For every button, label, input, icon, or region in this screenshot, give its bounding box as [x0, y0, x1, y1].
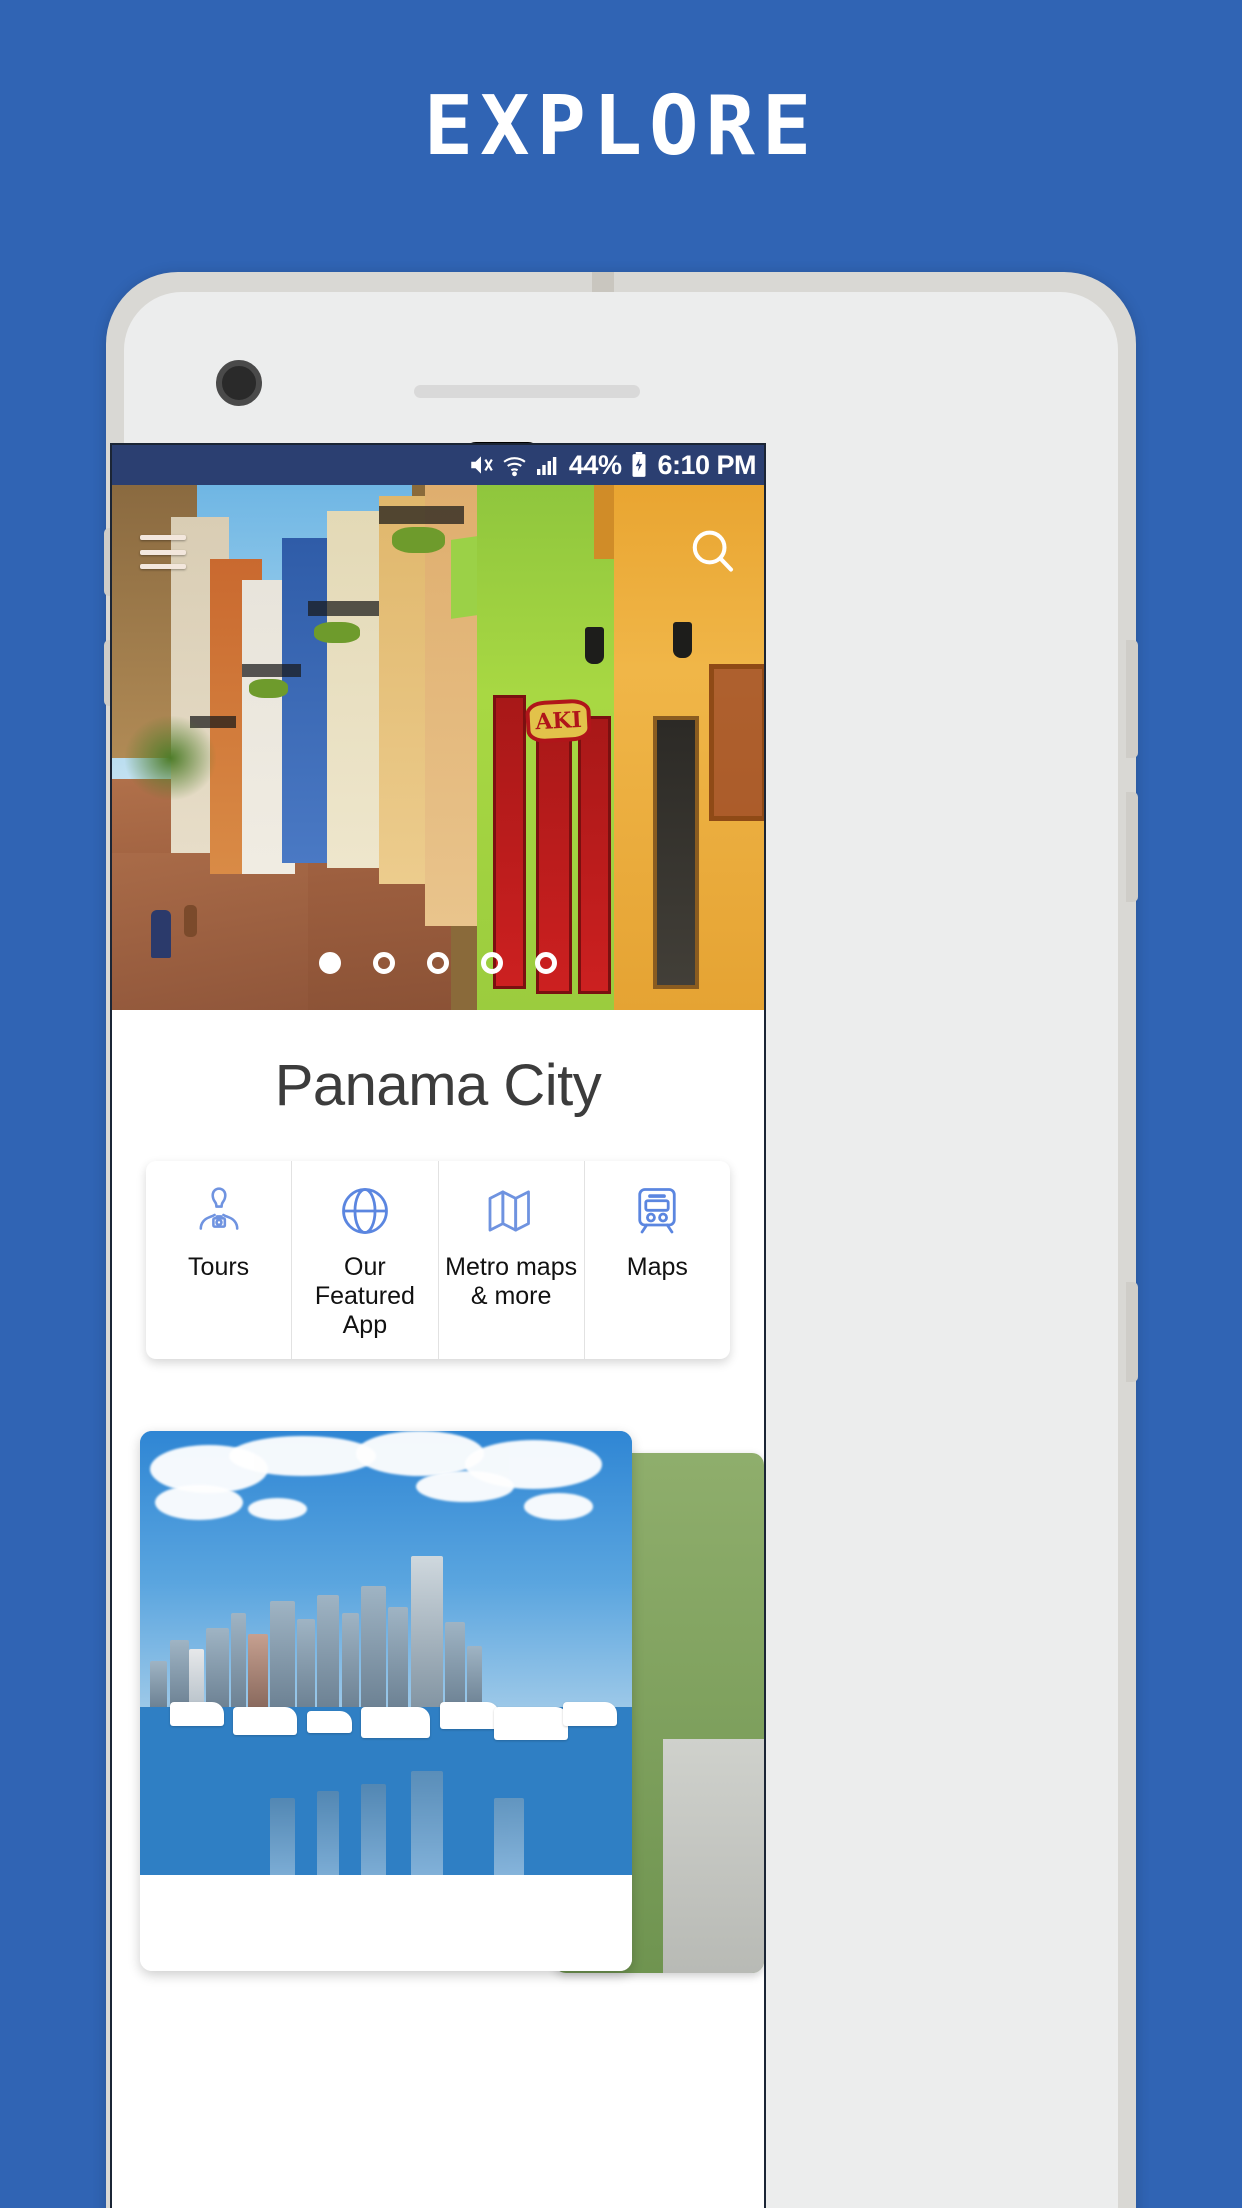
status-bar: 44% 6:10 PM [112, 445, 764, 485]
phone-screen: 44% 6:10 PM AKI Panama City Tours Our Fe… [110, 443, 766, 2208]
card-list [112, 1431, 764, 1991]
carousel-dot-2[interactable] [373, 952, 395, 974]
quick-action-tours[interactable]: Tours [146, 1161, 293, 1360]
mute-icon [468, 452, 494, 478]
card-panama-city-skyline[interactable] [140, 1431, 632, 1972]
power-button[interactable] [1126, 792, 1138, 902]
side-button-lower[interactable] [1126, 1282, 1138, 1382]
carousel-dot-3[interactable] [427, 952, 449, 974]
carousel-dot-5[interactable] [535, 952, 557, 974]
page-title: EXPLORE [423, 79, 819, 174]
quick-action-label: Maps [626, 1253, 688, 1281]
signal-icon [535, 453, 561, 477]
quick-action-metro-maps[interactable]: Metro maps & more [439, 1161, 585, 1360]
battery-charging-icon [629, 452, 649, 478]
carousel-dot-1[interactable] [319, 952, 341, 974]
quick-action-label: Tours [188, 1253, 250, 1281]
card-caption [140, 1875, 632, 1972]
city-title: Panama City [274, 1053, 602, 1118]
front-camera-icon [216, 360, 262, 406]
tourist-person-camera-icon [191, 1183, 247, 1239]
train-icon [629, 1183, 685, 1239]
quick-action-label: Metro maps & more [445, 1253, 578, 1310]
app-content: AKI Panama City Tours Our Featured App M… [112, 485, 764, 2208]
search-icon[interactable] [686, 525, 740, 579]
hamburger-menu-icon[interactable] [140, 535, 186, 569]
carousel-dots[interactable] [112, 952, 764, 974]
earpiece-speaker [414, 385, 640, 398]
wifi-icon [502, 453, 527, 478]
volume-button[interactable] [1126, 640, 1138, 758]
card-photo [140, 1431, 632, 1876]
quick-action-our-featured-app[interactable]: Our Featured App [292, 1161, 439, 1360]
quick-actions-row: Tours Our Featured App Metro maps & more… [146, 1161, 730, 1360]
hero-carousel[interactable]: AKI [112, 485, 764, 1010]
battery-percent-label: 44% [568, 449, 622, 480]
quick-action-label: Our Featured App [314, 1253, 415, 1339]
carousel-dot-4[interactable] [481, 952, 503, 974]
hero-photo: AKI [112, 485, 764, 1010]
aki-shop-sign: AKI [524, 698, 593, 744]
quick-action-maps[interactable]: Maps [585, 1161, 730, 1359]
globe-icon [337, 1183, 393, 1239]
clock-label: 6:10 PM [657, 449, 756, 480]
water-reflections [140, 1707, 632, 1876]
folded-map-icon [483, 1183, 539, 1239]
